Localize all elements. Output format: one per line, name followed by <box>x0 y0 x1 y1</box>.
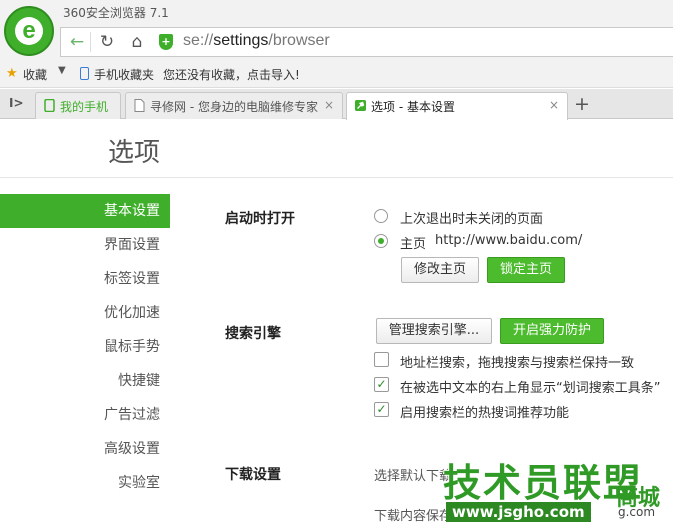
url-path: /browser <box>268 32 330 49</box>
selection-toolbar-checkbox[interactable]: ✓ <box>374 377 389 392</box>
nav-divider <box>90 32 91 52</box>
sync-search-checkbox[interactable] <box>374 352 389 367</box>
lock-home-button[interactable]: 锁定主页 <box>487 257 565 283</box>
manage-search-engines-button[interactable]: 管理搜索引擎... <box>376 318 492 344</box>
settings-page: 选项 基本设置 界面设置 标签设置 优化加速 鼠标手势 快捷键 广告过滤 高级设… <box>0 120 673 526</box>
url-host: settings <box>213 32 269 49</box>
home-url: http://www.baidu.com/ <box>435 233 583 248</box>
address-bar[interactable]: se://settings/browser <box>183 32 330 50</box>
download-label: 下载设置 <box>225 467 281 483</box>
sidebar-item-advanced[interactable]: 高级设置 <box>0 432 170 466</box>
sync-search-label[interactable]: 地址栏搜索，拖拽搜索与搜索栏保持一致 <box>400 352 634 371</box>
watermark-domain: g.com <box>618 505 656 519</box>
browser-logo-icon[interactable]: e <box>4 6 54 56</box>
app-title: 360安全浏览器 7.1 <box>63 6 169 20</box>
sidebar-item-mouse-gestures[interactable]: 鼠标手势 <box>0 330 170 364</box>
sidebar-item-lab[interactable]: 实验室 <box>0 466 170 500</box>
navigation-bar: ← ↻ ⌂ + se://settings/browser <box>60 27 673 57</box>
startup-restore-label[interactable]: 上次退出时未关闭的页面 <box>400 208 543 227</box>
startup-home-radio[interactable] <box>374 234 388 248</box>
logo-letter: e <box>22 17 36 44</box>
phone-icon <box>80 67 89 80</box>
sidebar-item-shortcuts[interactable]: 快捷键 <box>0 364 170 398</box>
hot-search-label[interactable]: 启用搜索栏的热搜词推荐功能 <box>400 402 569 421</box>
wrench-icon <box>355 100 366 111</box>
modify-home-button[interactable]: 修改主页 <box>401 257 479 283</box>
close-icon[interactable]: × <box>549 98 559 112</box>
download-select-text: 选择默认下载 <box>374 469 453 484</box>
sidebar-item-tabs[interactable]: 标签设置 <box>0 262 170 296</box>
new-tab-button[interactable]: + <box>570 93 594 117</box>
star-icon[interactable]: ★ <box>6 66 18 81</box>
page-title: 选项 <box>108 138 161 168</box>
sidebar-item-optimize[interactable]: 优化加速 <box>0 296 170 330</box>
search-engine-label: 搜索引擎 <box>225 326 281 342</box>
page-icon <box>134 99 145 112</box>
favorites-menu[interactable]: 收藏 <box>23 66 47 83</box>
startup-label: 启动时打开 <box>225 211 295 227</box>
phone-icon <box>44 99 55 112</box>
header-divider <box>0 177 673 178</box>
sidebar-item-basic[interactable]: 基本设置 <box>0 194 170 228</box>
tab-xunxiu[interactable]: 寻修网 - 您身边的电脑维修专家 × <box>125 92 343 119</box>
close-icon[interactable]: × <box>324 98 334 112</box>
enable-protection-button[interactable]: 开启强力防护 <box>500 318 604 344</box>
shield-icon[interactable]: + <box>159 34 173 50</box>
url-scheme: se:// <box>183 32 214 49</box>
tab-label: 我的手机 <box>60 100 109 114</box>
watermark-url: www.jsgho.com <box>446 502 591 522</box>
startup-restore-radio[interactable] <box>374 209 388 223</box>
sidebar-toggle-icon[interactable]: I> <box>9 96 24 110</box>
sidebar-item-interface[interactable]: 界面设置 <box>0 228 170 262</box>
download-location-text: 下载内容保存 <box>374 509 453 524</box>
mobile-favorites-link[interactable]: 手机收藏夹 <box>94 66 154 83</box>
bookmarks-bar: ★ 收藏 ▼ 手机收藏夹 您还没有收藏，点击导入! <box>0 60 673 88</box>
tab-settings[interactable]: 选项 - 基本设置 × <box>346 92 568 120</box>
refresh-icon[interactable]: ↻ <box>95 31 119 53</box>
back-arrow-icon[interactable]: ← <box>65 31 89 53</box>
import-favorites-hint[interactable]: 您还没有收藏，点击导入! <box>163 66 300 83</box>
watermark-logo-text: 技术员联盟 <box>443 461 644 505</box>
tab-bar: I> 我的手机 寻修网 - 您身边的电脑维修专家 × 选项 - 基本设置 × + <box>0 89 673 120</box>
startup-home-label[interactable]: 主页 <box>400 233 426 252</box>
chevron-down-icon[interactable]: ▼ <box>58 65 66 76</box>
tab-my-phone[interactable]: 我的手机 <box>35 92 121 119</box>
tab-label: 选项 - 基本设置 <box>371 100 455 114</box>
home-icon[interactable]: ⌂ <box>125 31 149 53</box>
tab-label: 寻修网 - 您身边的电脑维修专家 <box>150 100 318 114</box>
sidebar-item-adblock[interactable]: 广告过滤 <box>0 398 170 432</box>
selection-toolbar-label[interactable]: 在被选中文本的右上角显示“划词搜索工具条” <box>400 377 660 396</box>
hot-search-checkbox[interactable]: ✓ <box>374 402 389 417</box>
